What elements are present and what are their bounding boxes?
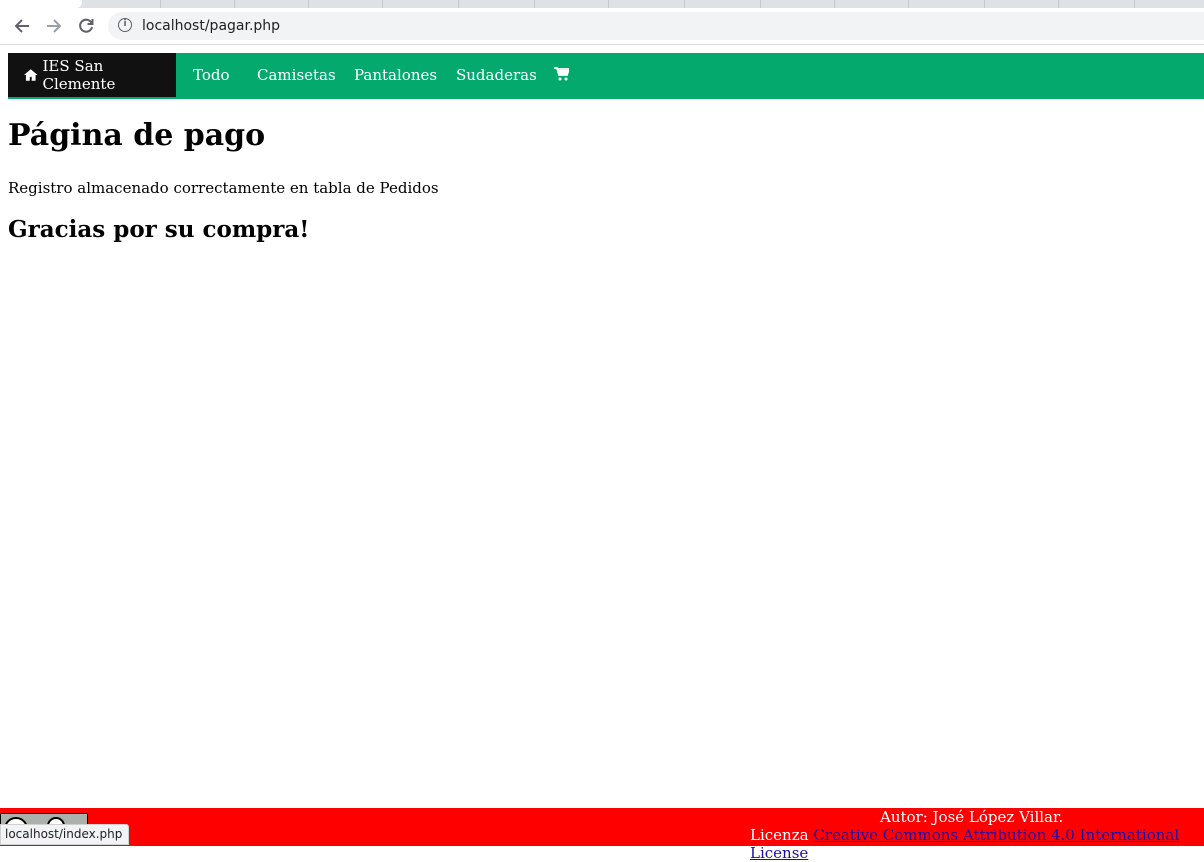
browser-tab[interactable] <box>608 0 685 8</box>
footer-license: Licenza Creative Commons Attribution 4.0… <box>750 826 1204 862</box>
site-info-icon[interactable]: i <box>118 18 132 32</box>
active-tab[interactable] <box>0 0 82 8</box>
browser-tab[interactable] <box>1058 0 1135 8</box>
site-navbar: IES San Clemente Todo Camisetas Pantalon… <box>8 53 1204 99</box>
nav-item-todo[interactable]: Todo <box>193 53 230 97</box>
nav-item-pantalones[interactable]: Pantalones <box>354 53 437 97</box>
thanks-heading: Gracias por su compra! <box>8 216 310 243</box>
nav-brand-label: IES San Clemente <box>42 57 116 93</box>
browser-tab[interactable] <box>308 0 383 8</box>
browser-tab[interactable] <box>1134 0 1204 8</box>
browser-tab[interactable] <box>234 0 309 8</box>
back-button[interactable] <box>10 14 34 38</box>
page-title: Página de pago <box>8 118 266 153</box>
license-link[interactable]: Creative Commons Attribution 4.0 Interna… <box>750 826 1179 862</box>
browser-tab[interactable] <box>760 0 835 8</box>
browser-tab[interactable] <box>534 0 609 8</box>
nav-item-sudaderas[interactable]: Sudaderas <box>456 53 537 97</box>
footer-author: Autor: José López Villar. <box>880 808 1064 826</box>
forward-button[interactable] <box>42 14 66 38</box>
address-url[interactable]: localhost/pagar.php <box>142 18 280 34</box>
cart-icon[interactable] <box>554 67 569 81</box>
home-icon <box>24 69 38 81</box>
browser-toolbar: i localhost/pagar.php <box>0 8 1204 45</box>
browser-tab[interactable] <box>684 0 761 8</box>
nav-item-camisetas[interactable]: Camisetas <box>257 53 336 97</box>
forward-arrow-icon <box>47 19 62 33</box>
page-footer: Autor: José López Villar. Licenza Creati… <box>0 808 1204 862</box>
browser-tab[interactable] <box>984 0 1059 8</box>
reload-button[interactable] <box>74 14 98 38</box>
back-arrow-icon <box>14 19 29 33</box>
status-message: Registro almacenado correctamente en tab… <box>8 179 439 197</box>
browser-tab[interactable] <box>382 0 459 8</box>
browser-tabstrip <box>0 0 1204 8</box>
nav-home-link[interactable]: IES San Clemente <box>8 53 176 97</box>
link-status-bubble: localhost/index.php <box>0 824 130 845</box>
address-bar[interactable]: i localhost/pagar.php <box>108 12 1204 40</box>
browser-tab[interactable] <box>458 0 535 8</box>
browser-tab[interactable] <box>834 0 909 8</box>
browser-tab[interactable] <box>908 0 985 8</box>
browser-tab[interactable] <box>160 0 235 8</box>
reload-icon <box>79 18 94 33</box>
license-suffix: . <box>808 844 814 862</box>
license-prefix: Licenza <box>750 826 809 844</box>
